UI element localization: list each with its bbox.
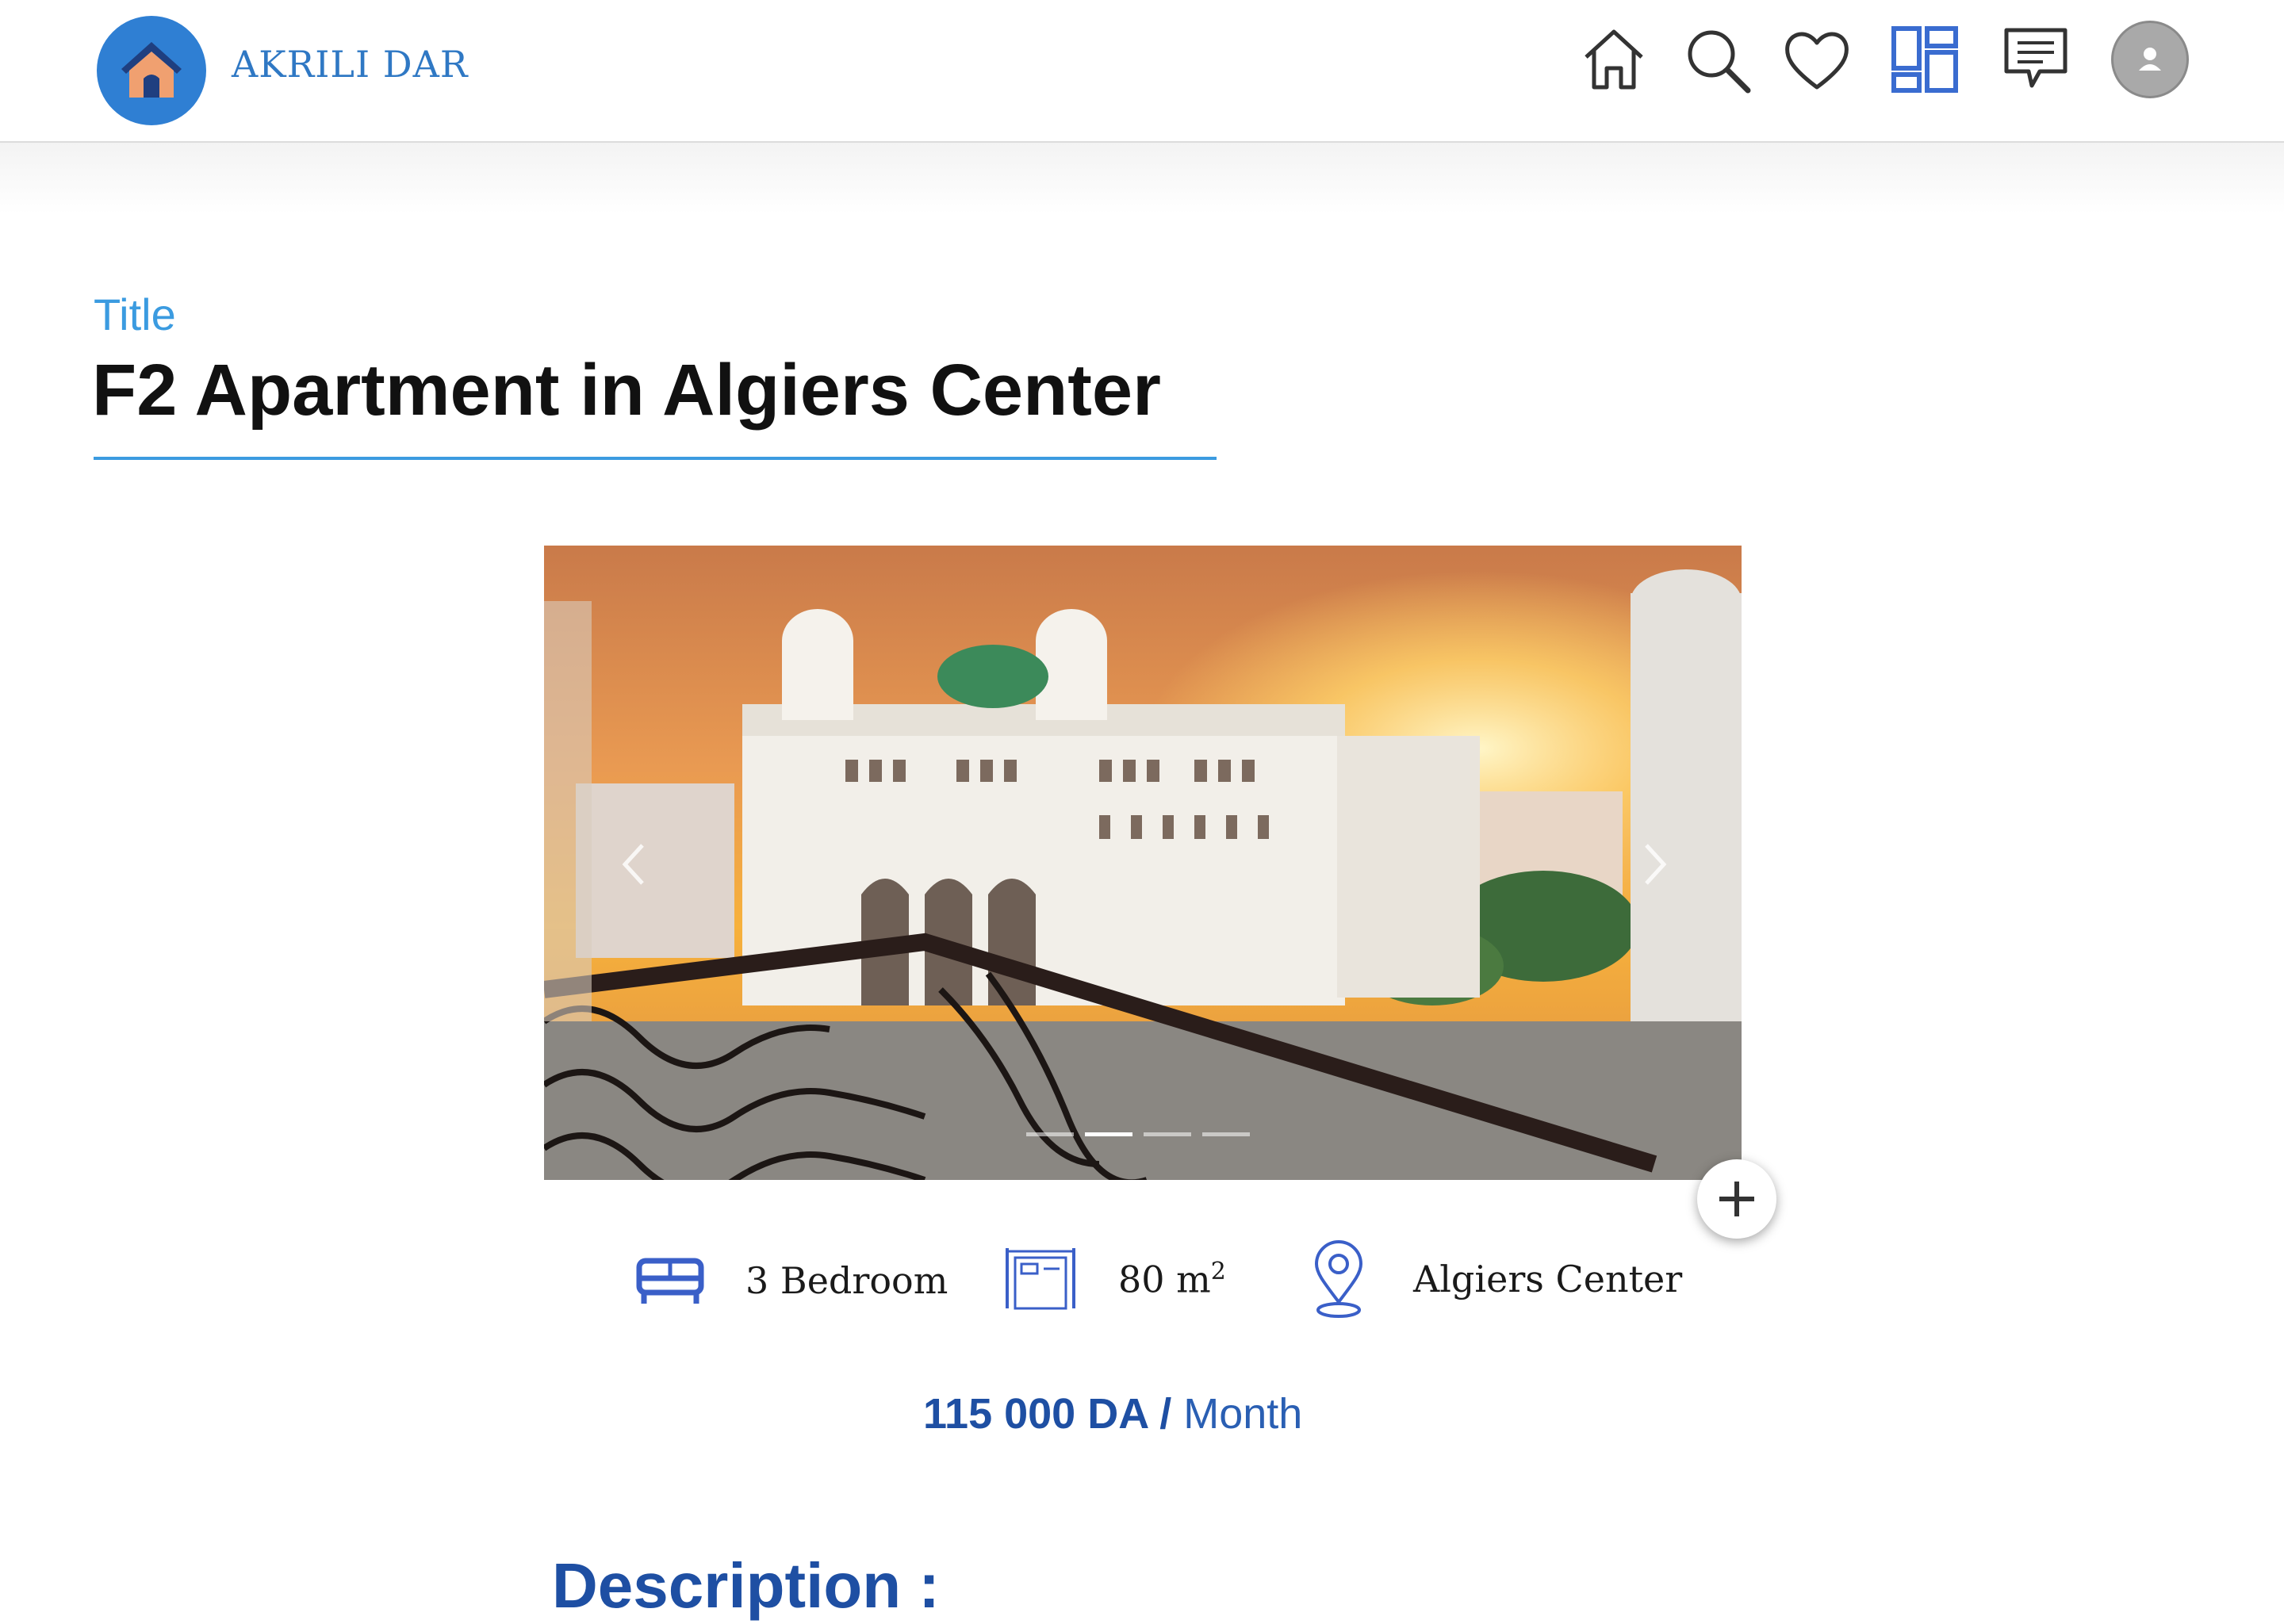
carousel-dot[interactable]: [1026, 1132, 1074, 1136]
area-value-text: 80 m: [1118, 1258, 1211, 1301]
chat-icon[interactable]: [2000, 24, 2071, 95]
listing-photo[interactable]: [544, 546, 1742, 1180]
logo-house-icon[interactable]: [97, 16, 206, 125]
description-heading: Description :: [552, 1550, 940, 1621]
price: 115 000 DA / Month: [923, 1389, 1302, 1438]
plus-icon: [1719, 1182, 1754, 1216]
top-navbar: AKRILI DAR: [0, 0, 2284, 143]
header-shadow: [0, 143, 2284, 214]
search-icon[interactable]: [1681, 24, 1753, 95]
price-period: Month: [1183, 1390, 1303, 1438]
carousel-dot-active[interactable]: [1085, 1132, 1132, 1136]
bedroom-count: 3 Bedroom: [745, 1259, 948, 1302]
price-amount: 115 000 DA: [923, 1390, 1148, 1438]
home-icon[interactable]: [1578, 24, 1650, 95]
carousel-indicators: [1026, 1132, 1250, 1136]
title-label: Title: [94, 289, 176, 339]
location-pin-icon: [1310, 1240, 1367, 1323]
heart-icon[interactable]: [1781, 24, 1853, 95]
dashboard-icon[interactable]: [1889, 24, 1960, 95]
carousel-dot[interactable]: [1202, 1132, 1250, 1136]
bed-icon: [634, 1253, 706, 1312]
area-unit-superscript: 2: [1210, 1258, 1226, 1285]
avatar-icon[interactable]: [2111, 21, 2189, 98]
carousel-dot[interactable]: [1144, 1132, 1191, 1136]
area-value: 80 m2: [1118, 1258, 1226, 1300]
title-underline: [94, 457, 1217, 460]
price-separator: /: [1148, 1390, 1184, 1438]
add-photo-button[interactable]: [1697, 1159, 1776, 1239]
location-text: Algiers Center: [1413, 1258, 1683, 1300]
page-title: F2 Apartment in Algiers Center: [92, 350, 1161, 431]
area-icon: [1004, 1245, 1077, 1316]
brand-name[interactable]: AKRILI DAR: [232, 43, 468, 86]
carousel-next-button[interactable]: [1638, 841, 1670, 888]
carousel-prev-button[interactable]: [619, 841, 650, 888]
